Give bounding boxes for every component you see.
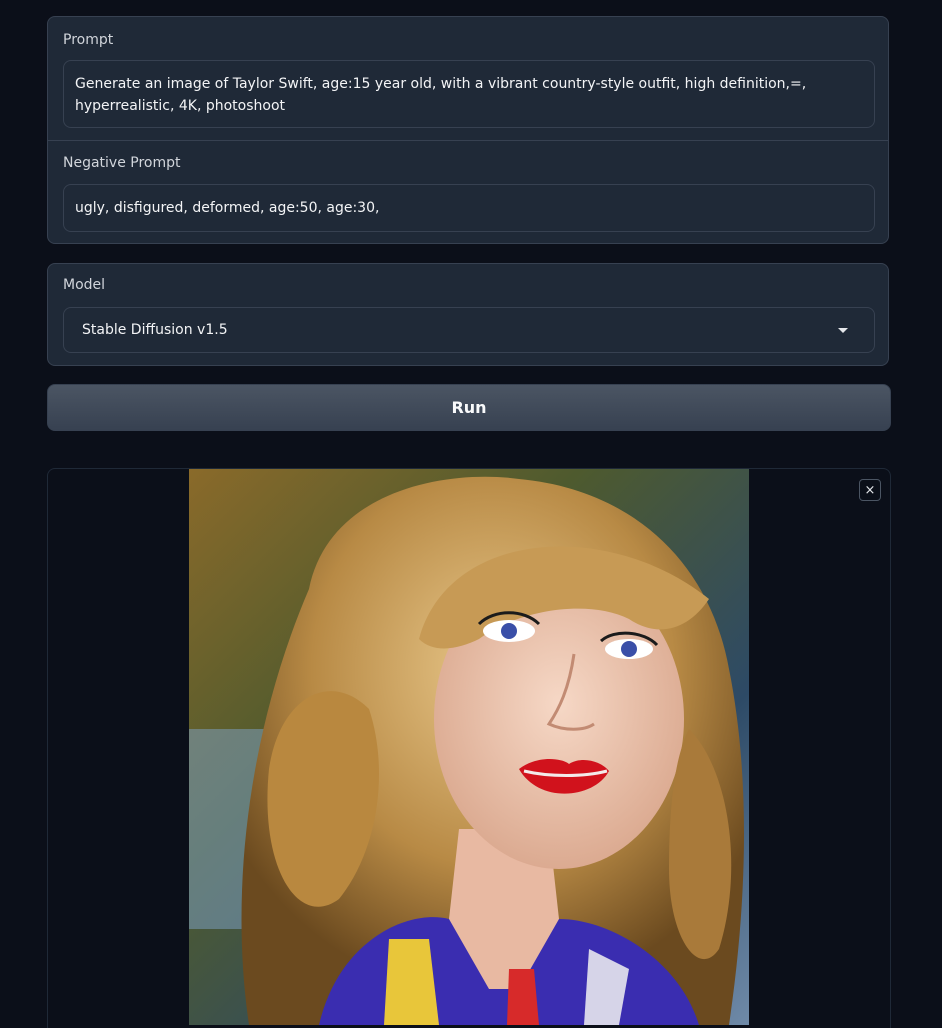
run-button[interactable]: Run <box>47 384 891 431</box>
prompt-panel: Prompt Generate an image of Taylor Swift… <box>47 16 889 244</box>
output-gallery: × <box>47 468 891 1028</box>
generated-image[interactable] <box>189 469 749 1025</box>
close-icon[interactable]: × <box>859 479 881 501</box>
negative-prompt-label: Negative Prompt <box>63 155 181 171</box>
model-panel: Model Stable Diffusion v1.5 <box>47 263 889 366</box>
chevron-down-icon <box>838 328 848 333</box>
prompt-textarea[interactable]: Generate an image of Taylor Swift, age:1… <box>63 60 875 128</box>
prompt-label: Prompt <box>63 32 114 48</box>
panel-divider <box>48 140 888 141</box>
model-label: Model <box>63 277 106 293</box>
negative-prompt-textarea[interactable]: ugly, disfigured, deformed, age:50, age:… <box>63 184 875 232</box>
model-selected-value: Stable Diffusion v1.5 <box>82 322 228 338</box>
model-dropdown[interactable]: Stable Diffusion v1.5 <box>63 307 875 353</box>
